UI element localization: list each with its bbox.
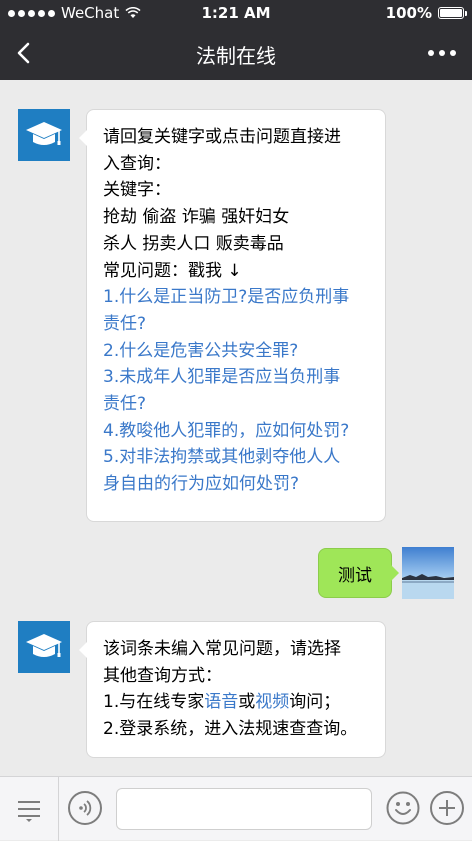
message-text: 其他查询方式： [103, 665, 222, 686]
question-link[interactable]: 1.什么是正当防卫?是否应负刑事 [103, 284, 371, 311]
more-dots-icon [428, 50, 434, 56]
menu-button[interactable] [14, 795, 44, 823]
message-text: 2.登录系统，进入法规速查查询。 [103, 719, 358, 740]
user-avatar[interactable] [402, 547, 454, 599]
message-text: 杀人 拐卖人口 贩卖毒品 [103, 233, 284, 254]
plus-button[interactable] [430, 791, 464, 825]
bot-message-bubble: 请回复关键字或点击问题直接进 入查询： 关键字： 抢劫 偷盗 诈骗 强奸妇女 杀… [79, 109, 386, 522]
plus-icon [439, 800, 455, 816]
message-text: 常见问题：戳我 ↓ [103, 260, 242, 281]
emoji-icon [386, 791, 420, 825]
landscape-photo-icon [402, 547, 454, 599]
chat-area[interactable]: 请回复关键字或点击问题直接进 入查询： 关键字： 抢劫 偷盗 诈骗 强奸妇女 杀… [0, 80, 472, 776]
question-link[interactable]: 责任? [103, 311, 371, 338]
user-message-bubble: 测试 [318, 548, 399, 598]
divider [58, 777, 59, 841]
message-text: 该词条未编入常见问题，请选择 [103, 639, 341, 659]
question-link[interactable]: 2.什么是危害公共安全罪? [103, 338, 371, 365]
more-button[interactable] [422, 38, 462, 68]
message-text: 入查询： [103, 153, 171, 174]
nav-bar: 法制在线 [0, 26, 472, 80]
voice-button[interactable] [68, 791, 102, 825]
message-text: 1.与在线专家语音或视频询问； [103, 689, 371, 716]
question-link[interactable]: 4.教唆他人犯罪的，应如何处罚? [103, 418, 371, 445]
battery-icon [438, 7, 467, 19]
message-text-part: 询问； [289, 692, 341, 713]
battery-group: 100% [385, 4, 467, 22]
bot-avatar[interactable] [18, 621, 70, 673]
message-text: 抢劫 偷盗 诈骗 强奸妇女 [103, 207, 290, 228]
video-link[interactable]: 视频 [255, 692, 289, 712]
question-link[interactable]: 责任? [103, 391, 371, 418]
message-text: 请回复关键字或点击问题直接进 [103, 127, 341, 147]
battery-percent: 100% [385, 4, 432, 22]
message-input[interactable] [116, 788, 372, 830]
message-text-part: 或 [238, 692, 256, 713]
message-text: 测试 [338, 565, 372, 586]
emoji-button[interactable] [386, 791, 420, 825]
message-text: 关键字： [103, 180, 171, 201]
message-text-part: 1.与在线专家 [103, 692, 205, 713]
graduation-cap-icon [26, 634, 62, 657]
bot-avatar[interactable] [18, 109, 70, 161]
bot-message-bubble: 该词条未编入常见问题，请选择 其他查询方式： 1.与在线专家语音或视频询问； 2… [79, 621, 386, 758]
graduation-cap-icon [26, 122, 62, 145]
voice-icon [79, 800, 92, 816]
question-link[interactable]: 身自由的行为应如何处罚? [103, 471, 371, 498]
input-bar [0, 776, 472, 841]
page-title: 法制在线 [196, 44, 276, 68]
question-link[interactable]: 5.对非法拘禁或其他剥夺他人人 [103, 444, 371, 471]
status-bar: WeChat 1:21 AM 100% [0, 0, 472, 26]
list-menu-icon [18, 801, 40, 822]
voice-link[interactable]: 语音 [204, 692, 238, 712]
question-link[interactable]: 3.未成年人犯罪是否应当负刑事 [103, 364, 371, 391]
